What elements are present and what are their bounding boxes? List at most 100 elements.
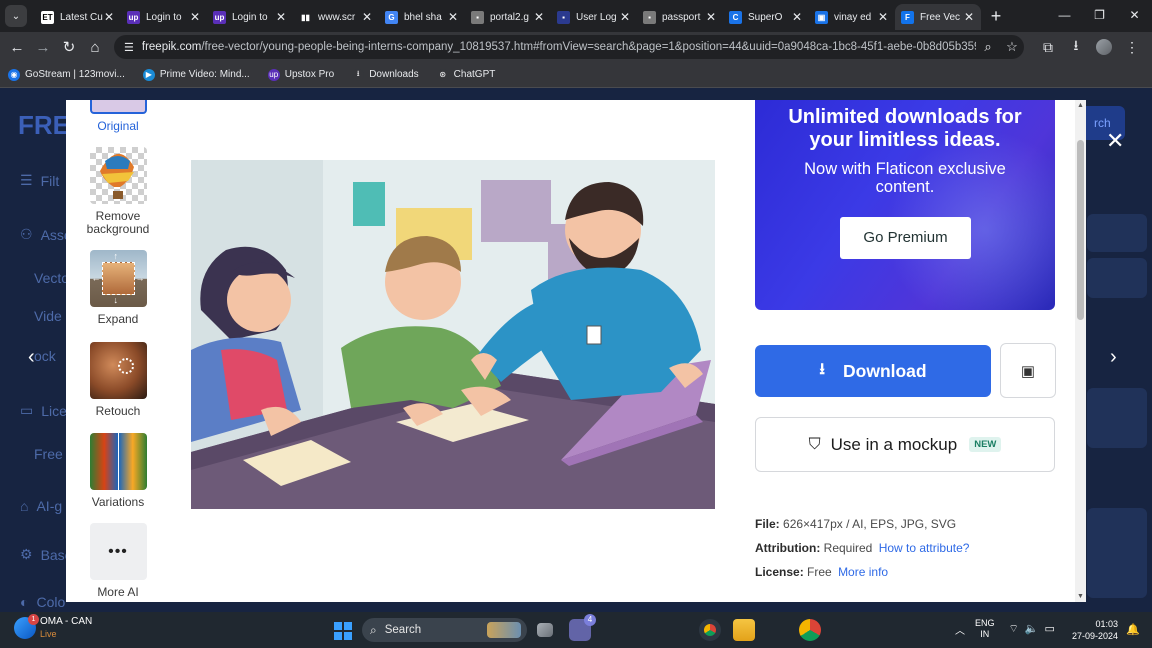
tab-close-icon[interactable]: ✕ <box>361 10 373 24</box>
teams-badge: 4 <box>584 614 596 626</box>
go-premium-button[interactable]: Go Premium <box>840 217 971 259</box>
weather-badge: 1 <box>28 614 39 625</box>
attribution-info: Attribution: Required How to attribute? <box>755 541 969 555</box>
scroll-down-icon[interactable]: ▼ <box>1075 593 1086 600</box>
bookmark-label: Upstox Pro <box>284 69 335 80</box>
browser-tab[interactable]: ▪ passport ✕ <box>637 4 723 30</box>
weather-widget[interactable]: 1 OMA - CAN Live <box>14 614 92 640</box>
download-icon: ⭳ <box>819 360 825 378</box>
tab-favicon-icon: up <box>213 10 226 24</box>
address-bar[interactable]: ☰ freepik.com/free-vector/young-people-b… <box>114 35 1024 59</box>
browser-tab[interactable]: up Login to ✕ <box>207 4 293 30</box>
download-button[interactable]: ⭳ Download <box>755 345 991 397</box>
bookmark-item[interactable]: ◉ GoStream | 123movi... <box>8 68 125 81</box>
start-icon[interactable] <box>334 622 352 640</box>
background-card <box>1087 258 1147 298</box>
tab-favicon-icon: up <box>127 10 140 24</box>
tab-close-icon[interactable]: ✕ <box>791 10 803 24</box>
browser-tab[interactable]: ET Latest Cu ✕ <box>35 4 121 30</box>
tab-close-icon[interactable]: ✕ <box>103 10 115 24</box>
browser-tab[interactable]: Gbhel sha ✕ <box>379 4 465 30</box>
restore-icon[interactable]: ❐ <box>1082 0 1117 32</box>
tab-title: User Log <box>576 11 617 23</box>
teams-icon[interactable]: 4 <box>569 614 596 641</box>
modal-scrollbar[interactable]: ▲ ▼ <box>1075 100 1086 602</box>
tab-close-icon[interactable]: ✕ <box>275 10 287 24</box>
chrome-icon[interactable] <box>699 619 721 641</box>
tab-title: Login to <box>146 11 182 23</box>
bookmark-label: Downloads <box>369 69 419 80</box>
minimize-icon[interactable]: — <box>1047 0 1082 32</box>
attribution-key: Attribution: <box>755 541 821 555</box>
language-indicator[interactable]: ENG IN <box>975 618 995 640</box>
bookmark-item[interactable]: ⊛ ChatGPT <box>436 68 495 81</box>
tab-close-icon[interactable]: ✕ <box>705 10 717 24</box>
tab-close-icon[interactable]: ✕ <box>619 10 631 24</box>
file-explorer-icon[interactable] <box>733 619 755 641</box>
bookmark-star-icon[interactable]: ☆ <box>1000 39 1024 55</box>
forward-icon[interactable]: → <box>30 39 56 56</box>
back-icon[interactable]: ← <box>4 39 30 56</box>
tab-close-icon[interactable]: ✕ <box>189 10 201 24</box>
downloads-icon[interactable]: ⭳ <box>1062 35 1090 59</box>
tab-close-icon[interactable]: ✕ <box>533 10 545 24</box>
tab-close-icon[interactable]: ✕ <box>877 10 889 24</box>
bookmark-item[interactable]: up Upstox Pro <box>267 68 335 81</box>
scroll-up-icon[interactable]: ▲ <box>1075 102 1086 109</box>
tool-expand[interactable]: ↑ ↓ ← → Expand <box>66 250 170 326</box>
reload-icon[interactable]: ↻ <box>56 38 82 56</box>
tab-title: Login to <box>232 11 268 23</box>
tool-label: Variations <box>91 495 145 509</box>
tab-close-icon[interactable]: ✕ <box>963 10 975 24</box>
zoom-icon[interactable]: ⌕ <box>976 39 1000 55</box>
more-info-link[interactable]: More info <box>838 565 888 579</box>
browser-tab[interactable]: ▪ User Log ✕ <box>551 4 637 30</box>
extensions-icon[interactable]: ⧉ <box>1034 39 1062 56</box>
tab-search-menu-icon[interactable]: ⌄ <box>5 5 27 27</box>
clock[interactable]: 01:03 27-09-2024 <box>1068 618 1118 642</box>
browser-tab[interactable]: up Login to ✕ <box>121 4 207 30</box>
tray-overflow-icon[interactable]: ︿ <box>955 622 965 637</box>
browser-tab[interactable]: F Free Vec ✕ <box>895 4 981 30</box>
browser-tab[interactable]: ▣ vinay ed ✕ <box>809 4 895 30</box>
tab-close-icon[interactable]: ✕ <box>447 10 459 24</box>
tab-title: Free Vec <box>920 11 961 23</box>
how-to-attribute-link[interactable]: How to attribute? <box>879 541 970 555</box>
license-info: License: Free More info <box>755 565 888 579</box>
next-image-icon[interactable]: › <box>1110 346 1117 369</box>
tool-retouch[interactable]: Retouch <box>66 342 170 418</box>
clock-time: 01:03 <box>1095 619 1118 629</box>
taskbar-search[interactable]: ⌕ Search <box>362 618 527 642</box>
browser-tab[interactable]: C SuperO ✕ <box>723 4 809 30</box>
chrome-profile-icon[interactable] <box>799 619 821 641</box>
chrome-menu-icon[interactable]: ⋮ <box>1118 39 1146 56</box>
network-volume-battery-icons[interactable]: ⌔🔈▭ <box>1009 622 1061 636</box>
browser-tab[interactable]: ▮▮ www.scr ✕ <box>293 4 379 30</box>
new-tab-icon[interactable]: + <box>985 6 1007 27</box>
save-to-collection-button[interactable]: ▣ <box>1000 343 1056 398</box>
scrollbar-thumb[interactable] <box>1077 140 1084 320</box>
variations-thumbnail <box>89 433 147 490</box>
url-text[interactable]: freepik.com/free-vector/young-people-bei… <box>142 41 976 53</box>
background-card <box>1087 388 1147 448</box>
bookmark-item[interactable]: ▶ Prime Video: Mind... <box>142 68 250 81</box>
close-modal-icon[interactable]: ✕ <box>1106 128 1124 154</box>
tool-variations[interactable]: Variations <box>66 433 170 509</box>
mockup-icon: ⛉ <box>808 435 821 453</box>
browser-tab[interactable]: ▪ portal2.g ✕ <box>465 4 551 30</box>
tool-remove-background[interactable]: Remove background <box>66 147 170 236</box>
search-icon: ⌕ <box>370 622 377 637</box>
tool-original[interactable]: Original <box>66 100 170 133</box>
home-icon[interactable]: ⌂ <box>82 39 108 56</box>
tab-title: portal2.g <box>490 11 529 23</box>
previous-image-icon[interactable]: ‹ <box>28 346 35 369</box>
site-info-icon[interactable]: ☰ <box>124 41 134 54</box>
tool-more-ai[interactable]: ••• More AI <box>66 523 170 599</box>
notification-icon[interactable]: 🔔 <box>1126 623 1140 636</box>
remove-background-thumbnail <box>89 147 147 204</box>
profile-avatar[interactable] <box>1096 39 1112 55</box>
task-view-icon[interactable] <box>537 623 553 637</box>
close-window-icon[interactable]: ✕ <box>1117 0 1152 32</box>
use-in-mockup-button[interactable]: ⛉ Use in a mockup NEW <box>755 417 1055 472</box>
bookmark-item[interactable]: ⭳ Downloads <box>352 68 419 81</box>
